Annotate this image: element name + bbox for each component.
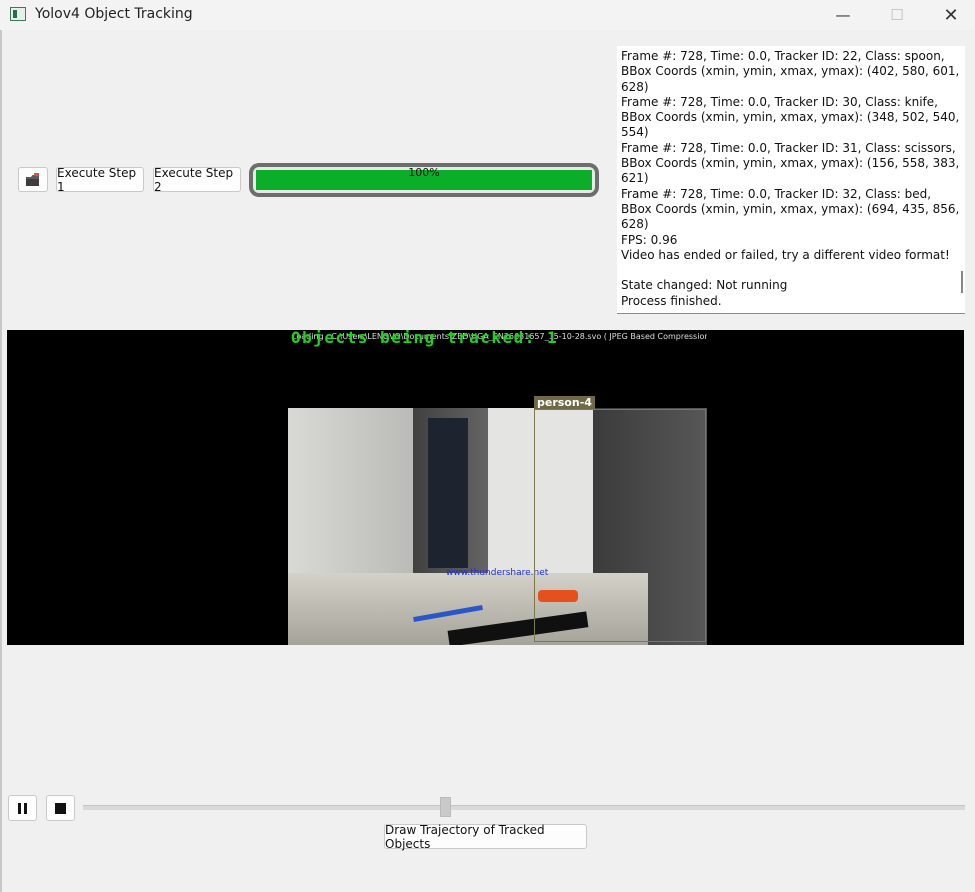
log-line: Process finished. — [621, 293, 722, 308]
folder-open-icon — [26, 172, 39, 186]
video-frame: www.thundershare.net Loading : C:\Users\… — [288, 330, 707, 645]
window-edge — [0, 30, 2, 892]
progress-text: 100% — [408, 166, 440, 179]
video-display: www.thundershare.net Loading : C:\Users\… — [7, 330, 964, 645]
bbox-label: person-4 — [534, 396, 595, 409]
log-line: Frame #: 728, Time: 0.0, Tracker ID: 31,… — [621, 140, 964, 186]
draw-trajectory-button[interactable]: Draw Trajectory of Tracked Objects — [384, 823, 587, 851]
stop-button[interactable] — [46, 795, 75, 821]
seek-slider[interactable] — [83, 805, 965, 810]
open-file-button[interactable] — [18, 167, 48, 192]
pause-button[interactable] — [8, 795, 37, 821]
maximize-button[interactable]: ☐ — [874, 0, 920, 30]
window-title: Yolov4 Object Tracking — [35, 6, 193, 22]
progress-bar: 100% — [249, 163, 599, 197]
execute-step-1-button[interactable]: Execute Step 1 — [56, 166, 144, 194]
log-line: Frame #: 728, Time: 0.0, Tracker ID: 22,… — [621, 49, 964, 94]
pause-icon — [18, 802, 27, 814]
seek-slider-handle[interactable] — [439, 797, 451, 817]
minimize-button[interactable]: — — [820, 0, 866, 30]
tracking-bbox — [534, 409, 706, 642]
objects-tracked-text: Objects being tracked: 1 — [291, 330, 559, 347]
video-watermark: www.thundershare.net — [446, 568, 549, 578]
log-output[interactable]: Frame #: 728, Time: 0.0, Tracker ID: 22,… — [617, 46, 965, 314]
execute-step-2-button[interactable]: Execute Step 2 — [153, 166, 241, 194]
log-scrollbar[interactable] — [961, 271, 963, 293]
stop-icon — [55, 802, 66, 814]
log-line: FPS: 0.96 — [621, 232, 678, 247]
log-line: Video has ended or failed, try a differe… — [621, 247, 950, 262]
log-line: State changed: Not running — [621, 278, 788, 293]
title-bar: Yolov4 Object Tracking — ☐ ✕ — [0, 0, 975, 30]
close-button[interactable]: ✕ — [928, 0, 974, 30]
app-icon — [10, 7, 26, 21]
log-line: Frame #: 728, Time: 0.0, Tracker ID: 30,… — [621, 94, 964, 140]
log-line: Frame #: 728, Time: 0.0, Tracker ID: 32,… — [621, 186, 964, 232]
